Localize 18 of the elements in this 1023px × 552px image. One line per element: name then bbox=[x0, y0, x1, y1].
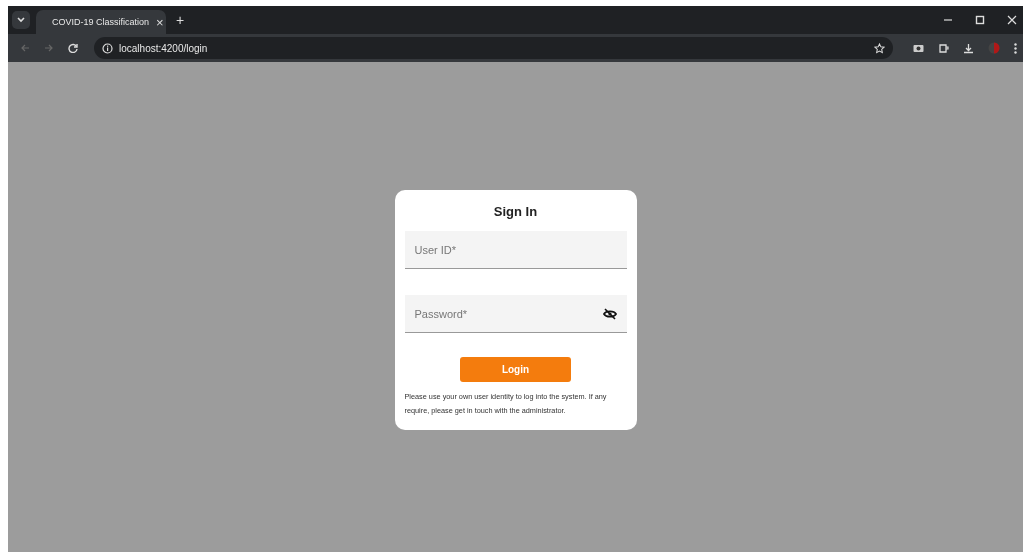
sign-in-title: Sign In bbox=[492, 204, 539, 219]
address-bar[interactable]: localhost:4200/login bbox=[94, 37, 893, 59]
close-tab-button[interactable]: × bbox=[156, 14, 164, 30]
tab-search-button[interactable] bbox=[12, 11, 30, 29]
restore-icon[interactable] bbox=[975, 15, 985, 25]
eye-slash-icon[interactable] bbox=[602, 307, 617, 320]
camera-icon[interactable] bbox=[913, 43, 924, 53]
reload-icon[interactable] bbox=[68, 43, 78, 53]
browser-tab[interactable]: COVID-19 Classification × bbox=[36, 10, 166, 34]
new-tab-button[interactable]: + bbox=[176, 12, 185, 28]
url-text: localhost:4200/login bbox=[119, 42, 208, 54]
download-icon[interactable] bbox=[963, 42, 974, 54]
tab-title: COVID-19 Classification bbox=[52, 17, 150, 27]
more-icon[interactable] bbox=[1014, 42, 1017, 54]
close-icon[interactable] bbox=[1007, 15, 1017, 25]
chevron-down-icon bbox=[17, 17, 25, 23]
info-icon bbox=[102, 42, 113, 54]
star-icon[interactable] bbox=[874, 42, 885, 54]
